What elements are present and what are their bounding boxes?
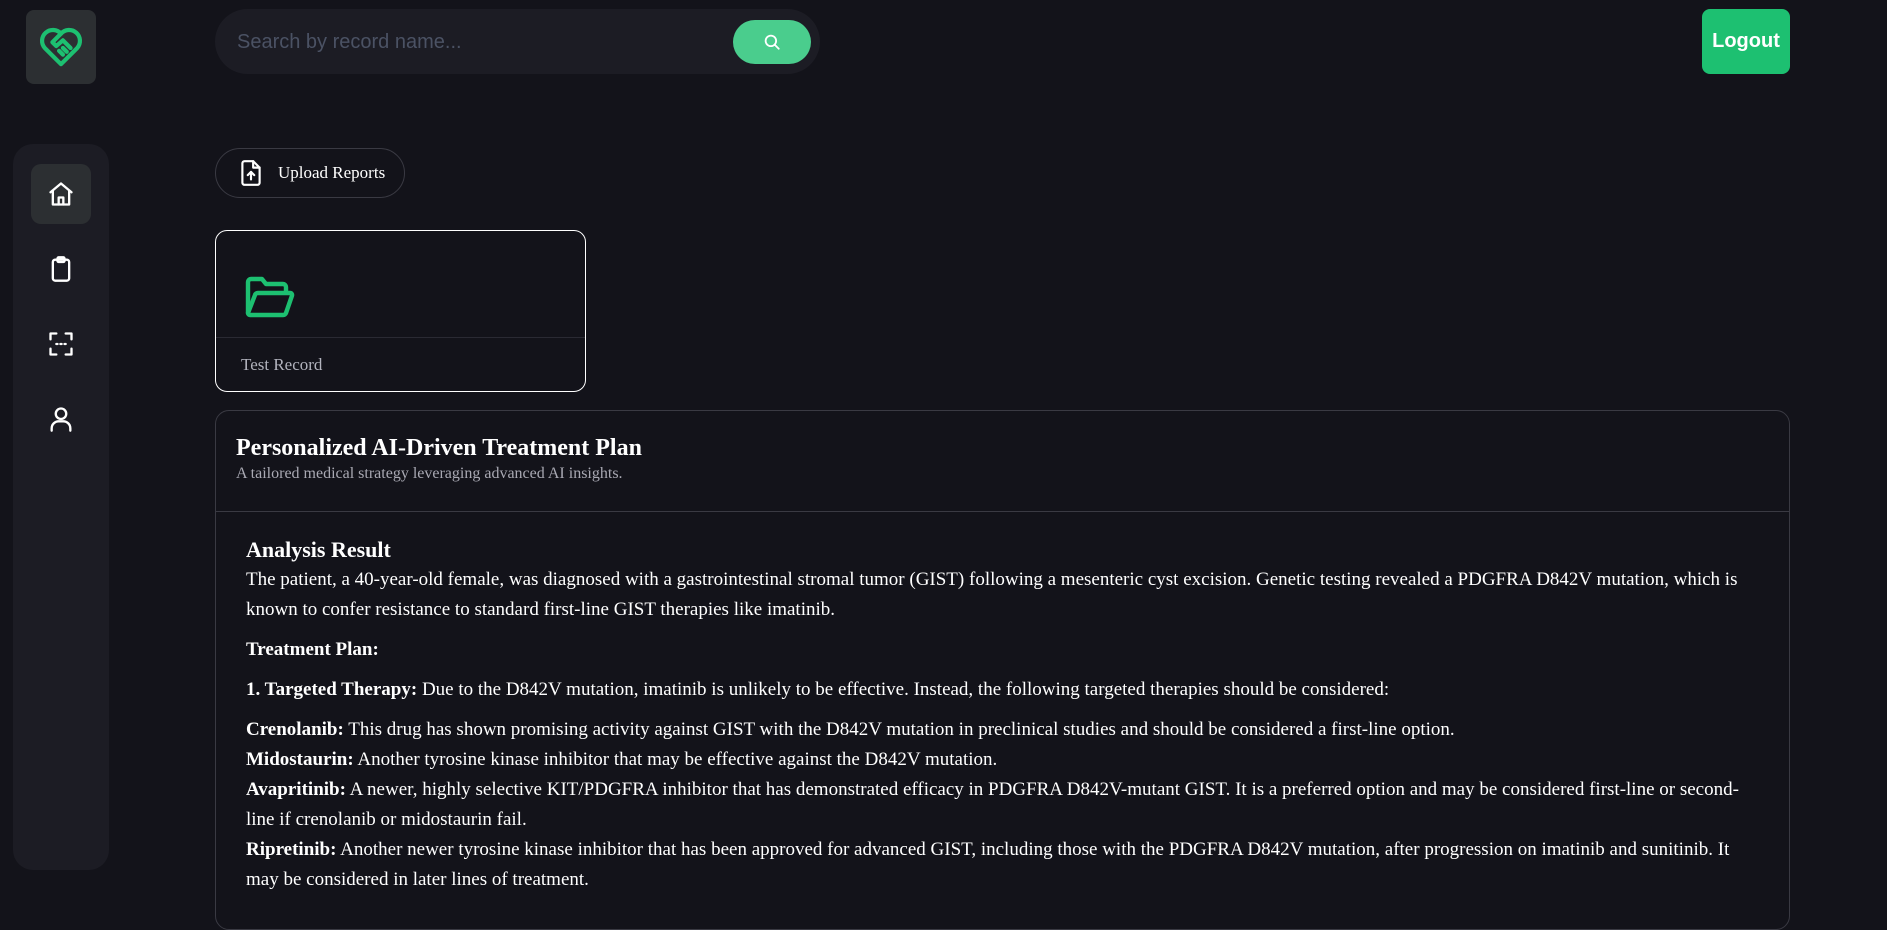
plan-header: Personalized AI-Driven Treatment Plan A … <box>236 435 642 483</box>
analysis-intro: The patient, a 40-year-old female, was d… <box>246 569 1738 620</box>
drug-name: Avapritinib: <box>246 779 346 800</box>
logout-button[interactable]: Logout <box>1702 9 1790 74</box>
record-card-divider <box>216 337 585 338</box>
plan-title: Personalized AI-Driven Treatment Plan <box>236 435 642 461</box>
analysis-heading: Analysis Result <box>246 537 391 562</box>
plan-subtitle: A tailored medical strategy leveraging a… <box>236 465 623 482</box>
sidebar-item-scan[interactable] <box>31 314 91 374</box>
drug-name: Ripretinib: <box>246 839 337 860</box>
analysis-result: Analysis Result The patient, a 40-year-o… <box>246 535 1766 895</box>
scan-icon <box>49 332 73 356</box>
sidebar-item-home[interactable] <box>31 164 91 224</box>
search-icon <box>764 34 780 50</box>
targeted-therapy-text: Due to the D842V mutation, imatinib is u… <box>417 679 1390 700</box>
drug-name: Crenolanib: <box>246 719 344 740</box>
plan-divider <box>216 511 1789 512</box>
targeted-therapy-label: 1. Targeted Therapy: <box>246 679 418 700</box>
upload-reports-label: Upload Reports <box>278 163 386 182</box>
file-upload-icon <box>238 159 264 187</box>
sidebar <box>13 144 109 870</box>
folder-open-icon <box>244 275 296 324</box>
user-icon <box>50 407 72 432</box>
heart-handshake-icon <box>39 27 83 67</box>
record-name: Test Record <box>241 355 323 374</box>
treatment-plan-heading-text: Treatment Plan: <box>246 639 379 660</box>
clipboard-icon <box>51 256 71 282</box>
app-logo[interactable] <box>26 10 96 84</box>
drug-item: Avapritinib: A newer, highly selective K… <box>246 775 1766 835</box>
home-icon <box>49 182 73 206</box>
drug-description: This drug has shown promising activity a… <box>343 719 1455 740</box>
drug-description: Another tyrosine kinase inhibitor that m… <box>353 749 998 770</box>
search-button[interactable] <box>733 20 811 64</box>
search-input[interactable] <box>235 9 719 76</box>
treatment-plan-heading: Treatment Plan: <box>246 635 1766 665</box>
upload-reports-button[interactable]: Upload Reports <box>215 148 405 198</box>
record-card[interactable]: Test Record <box>215 230 586 392</box>
sidebar-item-profile[interactable] <box>31 389 91 449</box>
search-bar <box>215 9 820 76</box>
drug-item: Ripretinib: Another newer tyrosine kinas… <box>246 835 1766 895</box>
drug-description: Another newer tyrosine kinase inhibitor … <box>246 839 1730 890</box>
drug-item: Midostaurin: Another tyrosine kinase inh… <box>246 745 1766 775</box>
drug-description: A newer, highly selective KIT/PDGFRA inh… <box>246 779 1739 830</box>
treatment-plan-panel: Personalized AI-Driven Treatment Plan A … <box>215 410 1790 930</box>
drug-name: Midostaurin: <box>246 749 354 770</box>
targeted-therapy-item: 1. Targeted Therapy: Due to the D842V mu… <box>246 675 1766 705</box>
sidebar-item-records[interactable] <box>31 239 91 299</box>
drug-item: Crenolanib: This drug has shown promisin… <box>246 715 1766 745</box>
